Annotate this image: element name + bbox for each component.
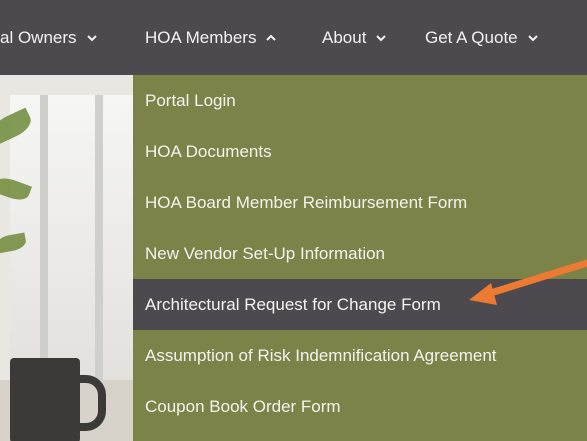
menu-item-label: Portal Login bbox=[145, 90, 236, 110]
menu-item-board-reimbursement-form[interactable]: HOA Board Member Reimbursement Form bbox=[133, 177, 587, 228]
menu-item-label: HOA Documents bbox=[145, 141, 272, 161]
menu-item-label: New Vendor Set-Up Information bbox=[145, 243, 386, 263]
nav-item-hoa-members[interactable]: HOA Members bbox=[145, 0, 278, 75]
menu-item-portal-login[interactable]: Portal Login bbox=[133, 75, 587, 126]
mug-handle bbox=[70, 375, 106, 431]
menu-item-label: Assumption of Risk Indemnification Agree… bbox=[145, 345, 497, 365]
nav-item-label: Get A Quote bbox=[425, 27, 518, 47]
chevron-down-icon bbox=[85, 31, 99, 45]
chevron-down-icon bbox=[526, 31, 540, 45]
nav-item-label: al Owners bbox=[0, 27, 77, 47]
menu-item-assumption-of-risk[interactable]: Assumption of Risk Indemnification Agree… bbox=[133, 330, 587, 381]
menu-item-label: Architectural Request for Change Form bbox=[145, 294, 441, 314]
nav-item-label: HOA Members bbox=[145, 27, 257, 47]
chevron-up-icon bbox=[264, 31, 278, 45]
menu-item-label: HOA Board Member Reimbursement Form bbox=[145, 192, 468, 212]
window-image bbox=[10, 95, 150, 395]
chevron-down-icon bbox=[374, 31, 388, 45]
nav-item-owners[interactable]: al Owners bbox=[0, 0, 99, 75]
nav-item-about[interactable]: About bbox=[322, 0, 388, 75]
window-mullion bbox=[95, 95, 103, 385]
menu-item-hoa-documents[interactable]: HOA Documents bbox=[133, 126, 587, 177]
menu-item-label: Coupon Book Order Form bbox=[145, 396, 341, 416]
window-mullion bbox=[40, 95, 48, 385]
nav-item-label: About bbox=[322, 27, 367, 47]
annotation-arrow-icon bbox=[469, 259, 587, 305]
nav-item-get-a-quote[interactable]: Get A Quote bbox=[425, 0, 540, 75]
menu-item-coupon-book-order[interactable]: Coupon Book Order Form bbox=[133, 381, 587, 432]
top-navigation-bar: al Owners HOA Members About Get A Quote bbox=[0, 0, 587, 75]
